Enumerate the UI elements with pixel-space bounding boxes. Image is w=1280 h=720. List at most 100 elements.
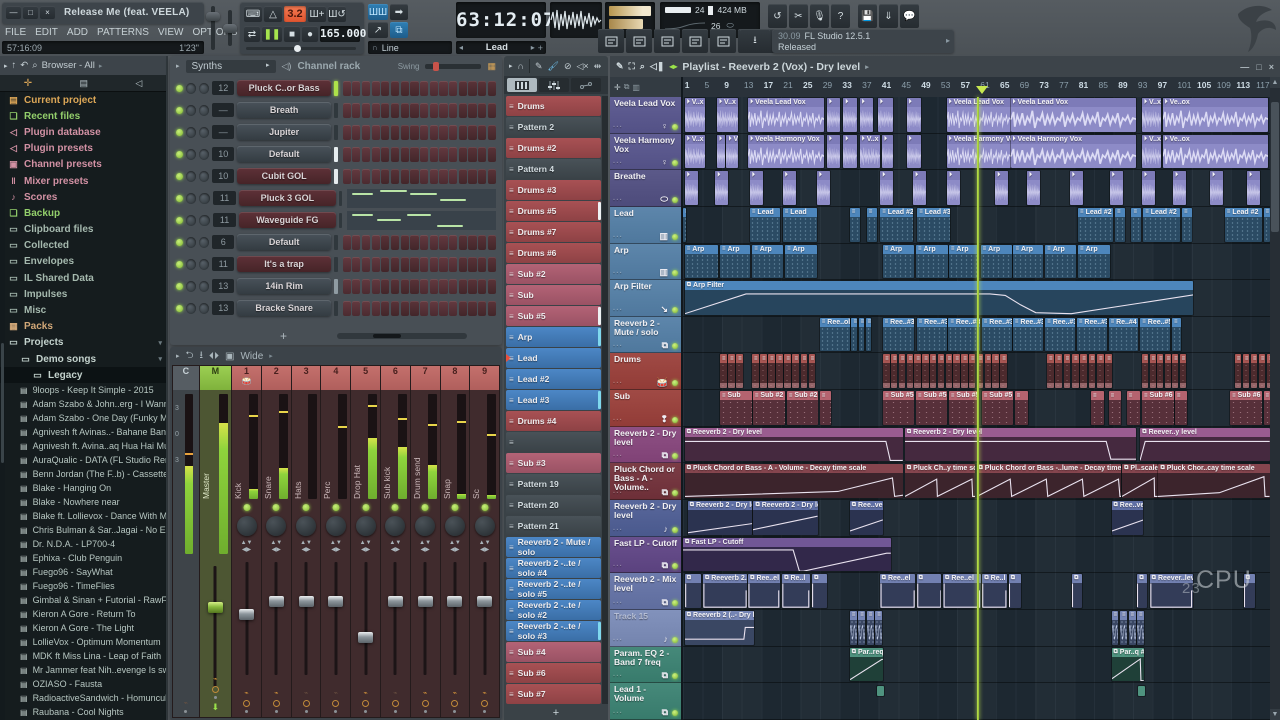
time-display-panel[interactable]: 63:12:07 xyxy=(456,2,546,38)
strip-pan-knob[interactable] xyxy=(475,516,495,536)
piano-roll-preview[interactable] xyxy=(347,189,496,208)
playlist-clip[interactable]: ≡ xyxy=(1064,354,1071,388)
playlist-clip[interactable]: ⧉Par..req xyxy=(850,648,883,682)
channel-target-number[interactable]: 10 xyxy=(212,169,234,183)
browser-item-projects[interactable]: ▭Projects▾ xyxy=(0,335,166,351)
track-options-dots[interactable]: ··· xyxy=(613,233,623,242)
playlist-clip[interactable]: ⏵V..x xyxy=(1142,135,1161,169)
playlist-ruler[interactable]: 1591317212529333741454953576165697377818… xyxy=(681,77,1280,97)
pan-width-arrows[interactable]: ▲▼◀▶ xyxy=(360,540,372,554)
select-dot[interactable] xyxy=(305,710,308,713)
playlist-clip[interactable]: ≡ xyxy=(1115,208,1125,242)
playlist-clip[interactable]: ⏵Veela Harmony Vox xyxy=(748,135,824,169)
step-cell[interactable] xyxy=(391,125,399,140)
channel-row[interactable]: 11Waveguide FG xyxy=(172,210,500,230)
channel-volume-knob[interactable] xyxy=(199,193,210,204)
fader-track[interactable] xyxy=(364,562,367,675)
pattern-item-reeverb-2-mute-solo[interactable]: ≡Reeverb 2 - Mute / solo xyxy=(506,537,601,557)
channel-selector[interactable] xyxy=(334,235,338,250)
playlist-clip[interactable]: ≡Sub #5 xyxy=(982,391,1013,425)
step-cell[interactable] xyxy=(410,81,418,96)
step-cell[interactable] xyxy=(343,169,351,184)
playlist-clip[interactable]: ⧉Reeverb 2 (..- Dry level xyxy=(685,611,754,645)
step-cell[interactable] xyxy=(352,279,360,294)
pattern-item-sub-4[interactable]: ≡Sub #4 xyxy=(506,642,601,662)
pattern-item-drums-5[interactable]: ≡Drums #5 xyxy=(506,201,601,221)
playlist-clip[interactable]: ⧉Fast LP - Cutoff xyxy=(683,538,891,572)
select-dot[interactable] xyxy=(453,710,456,713)
playlist-clip[interactable]: ≡ xyxy=(866,318,871,352)
playlist-clip[interactable]: ≡ xyxy=(801,354,808,388)
track-options-dots[interactable]: ··· xyxy=(613,269,623,278)
browser-song-item[interactable]: ▤Chris Bulman & Sar..Jagai - No Escape xyxy=(0,523,166,537)
browser-item-plugin-database[interactable]: ◁Plugin database xyxy=(0,124,166,140)
pattern-item-drums-6[interactable]: ≡Drums #6 xyxy=(506,243,601,263)
step-cell[interactable] xyxy=(488,235,496,250)
magnet-icon[interactable]: ∩ xyxy=(518,61,524,71)
channel-selector[interactable] xyxy=(334,257,338,272)
channel-target-number[interactable]: 11 xyxy=(213,191,236,205)
playlist-clip[interactable]: ⏵V..x xyxy=(726,135,738,169)
step-cell[interactable] xyxy=(449,103,457,118)
step-cell[interactable] xyxy=(362,125,370,140)
playlist-clip[interactable]: ≡Ree..olo xyxy=(820,318,850,352)
playlist-clip[interactable]: ≡Lead xyxy=(750,208,780,242)
select-dot[interactable] xyxy=(334,710,337,713)
step-cell[interactable] xyxy=(459,257,467,272)
track-options-dots[interactable]: ··· xyxy=(613,636,623,645)
step-cell[interactable] xyxy=(449,81,457,96)
record-button[interactable]: ● xyxy=(302,26,318,42)
pl-tab-auto-icon[interactable]: ⧉ xyxy=(624,82,630,92)
rack-speaker-icon[interactable]: ◁) xyxy=(282,61,292,72)
channel-target-number[interactable]: 13 xyxy=(212,301,234,315)
channel-target-number[interactable]: 12 xyxy=(212,81,234,95)
channel-pan-knob[interactable] xyxy=(186,259,196,270)
channel-name-button[interactable]: Default xyxy=(237,146,330,162)
fx-icon[interactable]: ⌁ xyxy=(393,689,397,697)
step-cell[interactable] xyxy=(420,235,428,250)
channel-name-button[interactable]: Breath xyxy=(237,102,330,118)
step-cell[interactable] xyxy=(449,279,457,294)
step-cell[interactable] xyxy=(439,169,447,184)
add-pattern-button[interactable]: + xyxy=(504,705,608,720)
step-cell[interactable] xyxy=(401,301,409,316)
track-options-dots[interactable]: ··· xyxy=(613,672,623,681)
playlist-clip[interactable]: ≡Arp xyxy=(883,245,915,279)
step-cell[interactable] xyxy=(439,125,447,140)
step-cell[interactable] xyxy=(439,235,447,250)
fx-icon[interactable]: ⌁ xyxy=(274,689,278,697)
playlist-clip[interactable]: ≡ xyxy=(736,354,743,388)
pl-mute-icon[interactable]: ◁❚ xyxy=(650,61,664,72)
strip-led[interactable] xyxy=(332,504,339,511)
channel-selector[interactable] xyxy=(334,169,338,184)
link-controller-icon[interactable]: ⧉ xyxy=(390,22,408,38)
pl-maximize-icon[interactable]: □ xyxy=(1256,62,1261,72)
track-header-track-15[interactable]: Track 15···♪ xyxy=(610,610,681,647)
channel-name-button[interactable]: Waveguide FG xyxy=(239,212,335,228)
playlist-clip[interactable]: ⏵ xyxy=(907,98,921,132)
step-cell[interactable] xyxy=(459,235,467,250)
step-cell[interactable] xyxy=(362,169,370,184)
news-arrow-icon[interactable]: ▸ xyxy=(946,36,950,45)
browser-song-item[interactable]: ▤Benn Jordan (The F..b) - Cassette Cafe xyxy=(0,467,166,481)
playlist-clip[interactable]: ⧉Reever..level xyxy=(1150,574,1193,608)
mixer-view-label[interactable]: Wide xyxy=(240,351,263,362)
channel-selector[interactable] xyxy=(334,279,338,294)
playlist-clip[interactable]: ⏵ xyxy=(1027,171,1040,205)
mixer-strip-current[interactable]: C303⌁ xyxy=(173,366,199,717)
step-cell[interactable] xyxy=(459,81,467,96)
tab-files-icon[interactable]: ▤ xyxy=(79,78,88,89)
playlist-clip[interactable]: ≡Arp xyxy=(1078,245,1110,279)
step-cell[interactable] xyxy=(381,103,389,118)
playlist-clip[interactable]: ⧉Re..l xyxy=(982,574,1007,608)
piano-roll-preview[interactable] xyxy=(347,211,496,230)
step-cell[interactable] xyxy=(401,169,409,184)
step-cell[interactable] xyxy=(430,301,438,316)
step-cell[interactable] xyxy=(381,147,389,162)
mixer-strip-track-snare[interactable]: 2Snare▲▼◀▶⌁ xyxy=(262,366,291,717)
playlist-clip[interactable]: ⧉Par..q #2 xyxy=(1112,648,1145,682)
playlist-clip[interactable]: ≡ xyxy=(1180,354,1186,388)
browser-item-packs[interactable]: ▦Packs xyxy=(0,319,166,335)
track-header-reeverb-2-dry-level[interactable]: Reeverb 2 - Dry level···♪ xyxy=(610,500,681,537)
playlist-clip[interactable]: ⏵ xyxy=(1210,171,1223,205)
